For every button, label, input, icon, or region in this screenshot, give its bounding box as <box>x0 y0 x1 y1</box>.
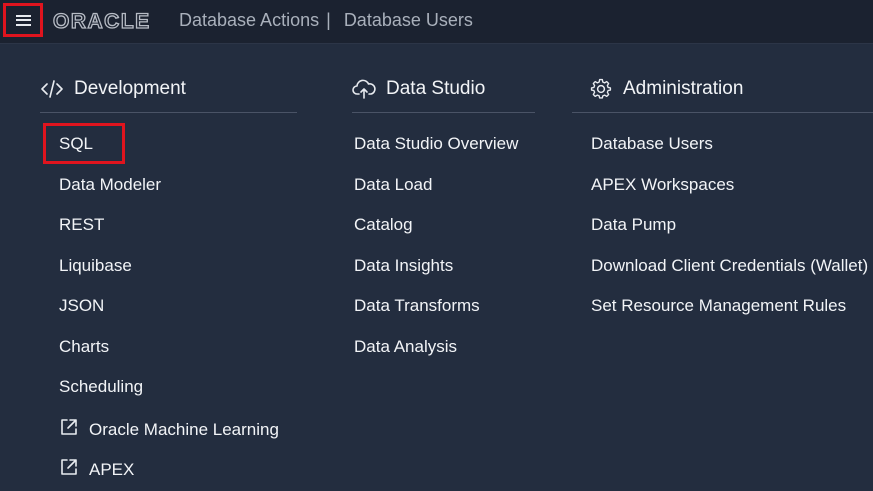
menu-item-charts[interactable]: Charts <box>59 336 109 358</box>
development-heading: Development <box>40 76 297 102</box>
breadcrumb: Database Actions | Database Users <box>179 10 473 31</box>
data-studio-title: Data Studio <box>386 78 486 99</box>
menu-item-rest[interactable]: REST <box>59 214 104 236</box>
data-studio-section: Data Studio <box>352 76 535 113</box>
menu-item-data-transforms[interactable]: Data Transforms <box>354 295 480 317</box>
development-divider <box>40 112 297 113</box>
data-studio-heading: Data Studio <box>352 76 535 102</box>
development-title: Development <box>74 78 186 99</box>
external-link-icon <box>59 417 79 443</box>
menu-item-catalog[interactable]: Catalog <box>354 214 413 236</box>
menu-item-data-insights[interactable]: Data Insights <box>354 255 453 277</box>
page-title: Database Users <box>343 10 473 30</box>
menu-item-oracle-machine-learning[interactable]: Oracle Machine Learning <box>59 417 279 443</box>
menu-item-scheduling[interactable]: Scheduling <box>59 376 143 398</box>
data-studio-divider <box>352 112 535 113</box>
top-bar: ORACLE Database Actions | Database Users <box>0 0 873 44</box>
menu-item-data-load[interactable]: Data Load <box>354 174 432 196</box>
oracle-logo-text: ORACLE <box>53 10 151 33</box>
menu-item-label: Oracle Machine Learning <box>89 420 279 439</box>
menu-item-download-client-credentials[interactable]: Download Client Credentials (Wallet) <box>591 255 868 277</box>
menu-item-json[interactable]: JSON <box>59 295 104 317</box>
gear-icon <box>589 77 613 101</box>
menu-item-database-users[interactable]: Database Users <box>591 133 713 155</box>
menu-item-apex[interactable]: APEX <box>59 457 134 483</box>
administration-title: Administration <box>623 78 744 99</box>
administration-heading: Administration <box>589 76 873 102</box>
breadcrumb-separator: | <box>326 10 331 30</box>
menu-item-data-analysis[interactable]: Data Analysis <box>354 336 457 358</box>
app-title[interactable]: Database Actions <box>179 10 319 30</box>
menu-item-data-pump[interactable]: Data Pump <box>591 214 676 236</box>
menu-item-liquibase[interactable]: Liquibase <box>59 255 132 277</box>
hamburger-menu-button[interactable] <box>3 3 43 37</box>
cloud-upload-icon <box>352 77 376 101</box>
code-icon <box>40 77 64 101</box>
hamburger-icon <box>15 14 31 26</box>
development-section: Development <box>40 76 297 113</box>
oracle-logo: ORACLE <box>53 9 171 33</box>
administration-divider <box>572 112 873 113</box>
menu-item-data-modeler[interactable]: Data Modeler <box>59 174 161 196</box>
external-link-icon <box>59 457 79 483</box>
menu-item-label: APEX <box>89 460 135 479</box>
administration-section: Administration <box>572 76 873 113</box>
menu-item-set-resource-management-rules[interactable]: Set Resource Management Rules <box>591 295 846 317</box>
menu-item-data-studio-overview[interactable]: Data Studio Overview <box>354 133 518 155</box>
menu-item-sql[interactable]: SQL <box>59 133 93 155</box>
menu-item-apex-workspaces[interactable]: APEX Workspaces <box>591 174 734 196</box>
